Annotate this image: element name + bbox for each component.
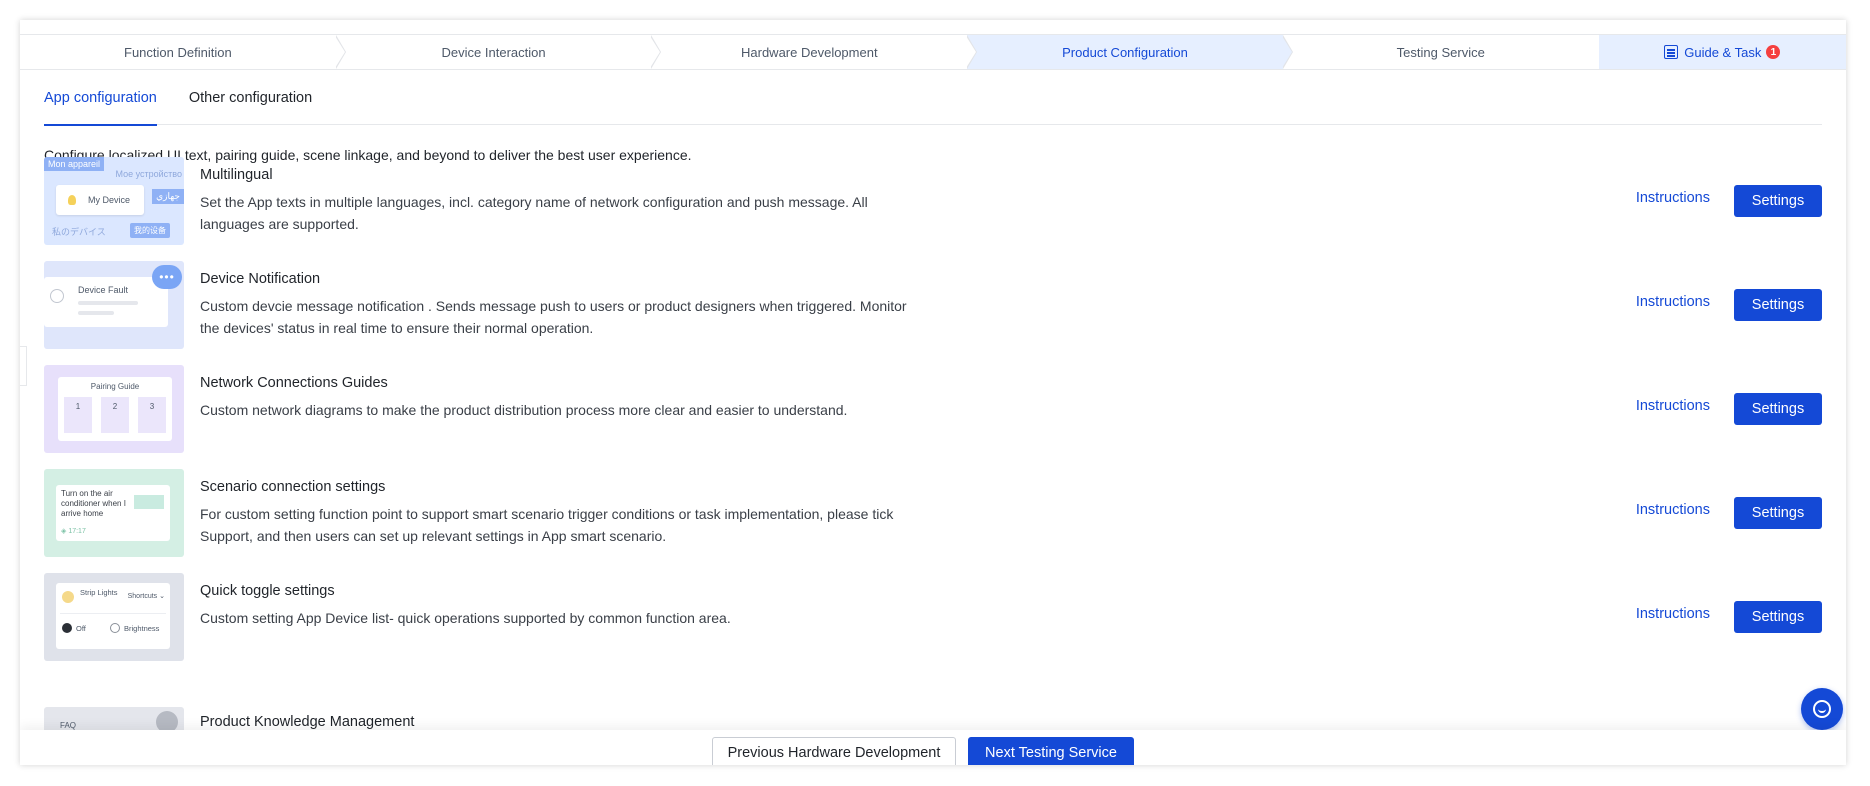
scenario-illustration: Turn on the air conditioner when I arriv… bbox=[44, 469, 184, 557]
step-chevron bbox=[1281, 35, 1293, 69]
step-function-definition[interactable]: Function Definition bbox=[20, 35, 346, 69]
notification-badge: 1 bbox=[1766, 45, 1781, 59]
config-row-multilingual: Mon appareil Мое устройство My Device جه… bbox=[44, 157, 1822, 245]
row-description: Custom devcie message notification . Sen… bbox=[200, 298, 907, 336]
instructions-link[interactable]: Instructions bbox=[1636, 606, 1710, 622]
step-label: Device Interaction bbox=[441, 44, 546, 60]
bulb-icon bbox=[68, 195, 76, 205]
footer-bar: Previous Hardware Development Next Testi… bbox=[20, 730, 1846, 765]
quick-toggle-illustration: Strip Lights Shortcuts ⌄ Off Brightness bbox=[44, 573, 184, 661]
toggle-bar bbox=[134, 495, 164, 509]
power-toggle: Off bbox=[62, 623, 86, 633]
previous-step-button[interactable]: Previous Hardware Development bbox=[712, 737, 956, 765]
pairing-card: Pairing Guide 1 2 3 bbox=[58, 377, 172, 441]
row-title: Device Notification bbox=[200, 271, 321, 287]
multilingual-illustration: Mon appareil Мое устройство My Device جه… bbox=[44, 157, 184, 245]
settings-button[interactable]: Settings bbox=[1734, 289, 1822, 321]
row-description: For custom setting function point to sup… bbox=[200, 506, 894, 544]
illustration-text: Turn on the air conditioner when I arriv… bbox=[61, 489, 126, 518]
main-frame: Function Definition Device Interaction H… bbox=[20, 20, 1846, 765]
illustration-text: Pairing Guide bbox=[90, 382, 140, 391]
row-description: Custom setting App Device list- quick op… bbox=[200, 610, 731, 626]
illustration-text: 私のデバイス bbox=[52, 227, 106, 237]
row-title: Scenario connection settings bbox=[200, 479, 386, 495]
row-title: Quick toggle settings bbox=[200, 583, 335, 599]
settings-button[interactable]: Settings bbox=[1734, 393, 1822, 425]
illustration-text: ◈ 17:17 bbox=[61, 528, 86, 535]
row-title: Product Knowledge Management bbox=[200, 714, 415, 730]
instructions-link[interactable]: Instructions bbox=[1636, 190, 1710, 206]
sidebar-collapse-handle[interactable] bbox=[20, 346, 27, 386]
progress-stepper: Function Definition Device Interaction H… bbox=[20, 34, 1846, 70]
step-box: 1 bbox=[64, 397, 92, 433]
illustration-text: Brightness bbox=[124, 623, 160, 633]
guide-and-task-button[interactable]: Guide & Task 1 bbox=[1598, 35, 1846, 69]
step-chevron bbox=[334, 35, 346, 69]
divider bbox=[60, 613, 166, 614]
step-label: Hardware Development bbox=[741, 44, 878, 60]
step-label: Product Configuration bbox=[1062, 44, 1188, 60]
step-box: 2 bbox=[101, 397, 129, 433]
illustration-text: جهازي bbox=[152, 189, 184, 204]
step-chevron bbox=[966, 35, 978, 69]
config-tabs: App configuration Other configuration bbox=[44, 70, 1822, 126]
illustration-text: My Device bbox=[88, 195, 131, 205]
row-description: Custom network diagrams to make the prod… bbox=[200, 402, 848, 418]
illustration-text: Off bbox=[76, 623, 86, 633]
step-label: Function Definition bbox=[124, 44, 232, 60]
step-label: Testing Service bbox=[1396, 44, 1485, 60]
config-row-device-notification: Device Fault ••• Device Notification Cus… bbox=[44, 261, 1822, 349]
placeholder-line bbox=[78, 301, 138, 305]
config-row-network-guides: Pairing Guide 1 2 3 Network Connections … bbox=[44, 365, 1822, 453]
guide-label: Guide & Task bbox=[1684, 44, 1762, 60]
fan-icon bbox=[50, 289, 64, 303]
chat-icon bbox=[1813, 700, 1831, 718]
step-product-configuration[interactable]: Product Configuration bbox=[967, 35, 1293, 69]
brightness-toggle: Brightness bbox=[110, 623, 159, 633]
row-description: Set the App texts in multiple languages,… bbox=[200, 194, 868, 232]
tab-other-configuration[interactable]: Other configuration bbox=[189, 70, 312, 125]
settings-button[interactable]: Settings bbox=[1734, 185, 1822, 217]
illustration-text: Device Fault bbox=[78, 285, 129, 295]
chat-bubble-icon: ••• bbox=[152, 265, 182, 289]
illustration-text: Mon appareil bbox=[44, 157, 105, 171]
row-title: Network Connections Guides bbox=[200, 375, 388, 391]
row-title: Multilingual bbox=[200, 167, 273, 183]
config-row-quick-toggle: Strip Lights Shortcuts ⌄ Off Brightness … bbox=[44, 573, 1822, 661]
tab-app-configuration[interactable]: App configuration bbox=[44, 70, 157, 126]
scenario-card: Turn on the air conditioner when I arriv… bbox=[56, 485, 170, 541]
illustration-text: Shortcuts ⌄ bbox=[127, 593, 165, 600]
settings-button[interactable]: Settings bbox=[1734, 497, 1822, 529]
settings-button[interactable]: Settings bbox=[1734, 601, 1822, 633]
illustration-text: Strip Lights bbox=[80, 588, 118, 597]
pairing-illustration: Pairing Guide 1 2 3 bbox=[44, 365, 184, 453]
step-box: 3 bbox=[138, 397, 166, 433]
illustration-text: Мое устройство bbox=[115, 169, 182, 179]
step-chevron bbox=[650, 35, 662, 69]
instructions-link[interactable]: Instructions bbox=[1636, 398, 1710, 414]
config-row-scenario: Turn on the air conditioner when I arriv… bbox=[44, 469, 1822, 557]
illustration-text: FAQ bbox=[60, 721, 77, 730]
step-hardware-development[interactable]: Hardware Development bbox=[651, 35, 978, 69]
notification-illustration: Device Fault ••• bbox=[44, 261, 184, 349]
next-step-button[interactable]: Next Testing Service bbox=[968, 737, 1134, 765]
checklist-icon bbox=[1664, 45, 1679, 59]
device-card: Strip Lights Shortcuts ⌄ Off Brightness bbox=[56, 583, 170, 649]
placeholder-line bbox=[78, 311, 114, 315]
step-device-interaction[interactable]: Device Interaction bbox=[336, 35, 662, 69]
instructions-link[interactable]: Instructions bbox=[1636, 502, 1710, 518]
power-icon bbox=[62, 623, 72, 633]
light-icon bbox=[62, 591, 74, 603]
brightness-icon bbox=[110, 623, 120, 633]
support-chat-button[interactable] bbox=[1801, 688, 1843, 730]
step-testing-service[interactable]: Testing Service bbox=[1283, 35, 1599, 69]
device-card: My Device bbox=[56, 185, 144, 215]
illustration-text: 我的设备 bbox=[130, 223, 170, 238]
instructions-link[interactable]: Instructions bbox=[1636, 294, 1710, 310]
